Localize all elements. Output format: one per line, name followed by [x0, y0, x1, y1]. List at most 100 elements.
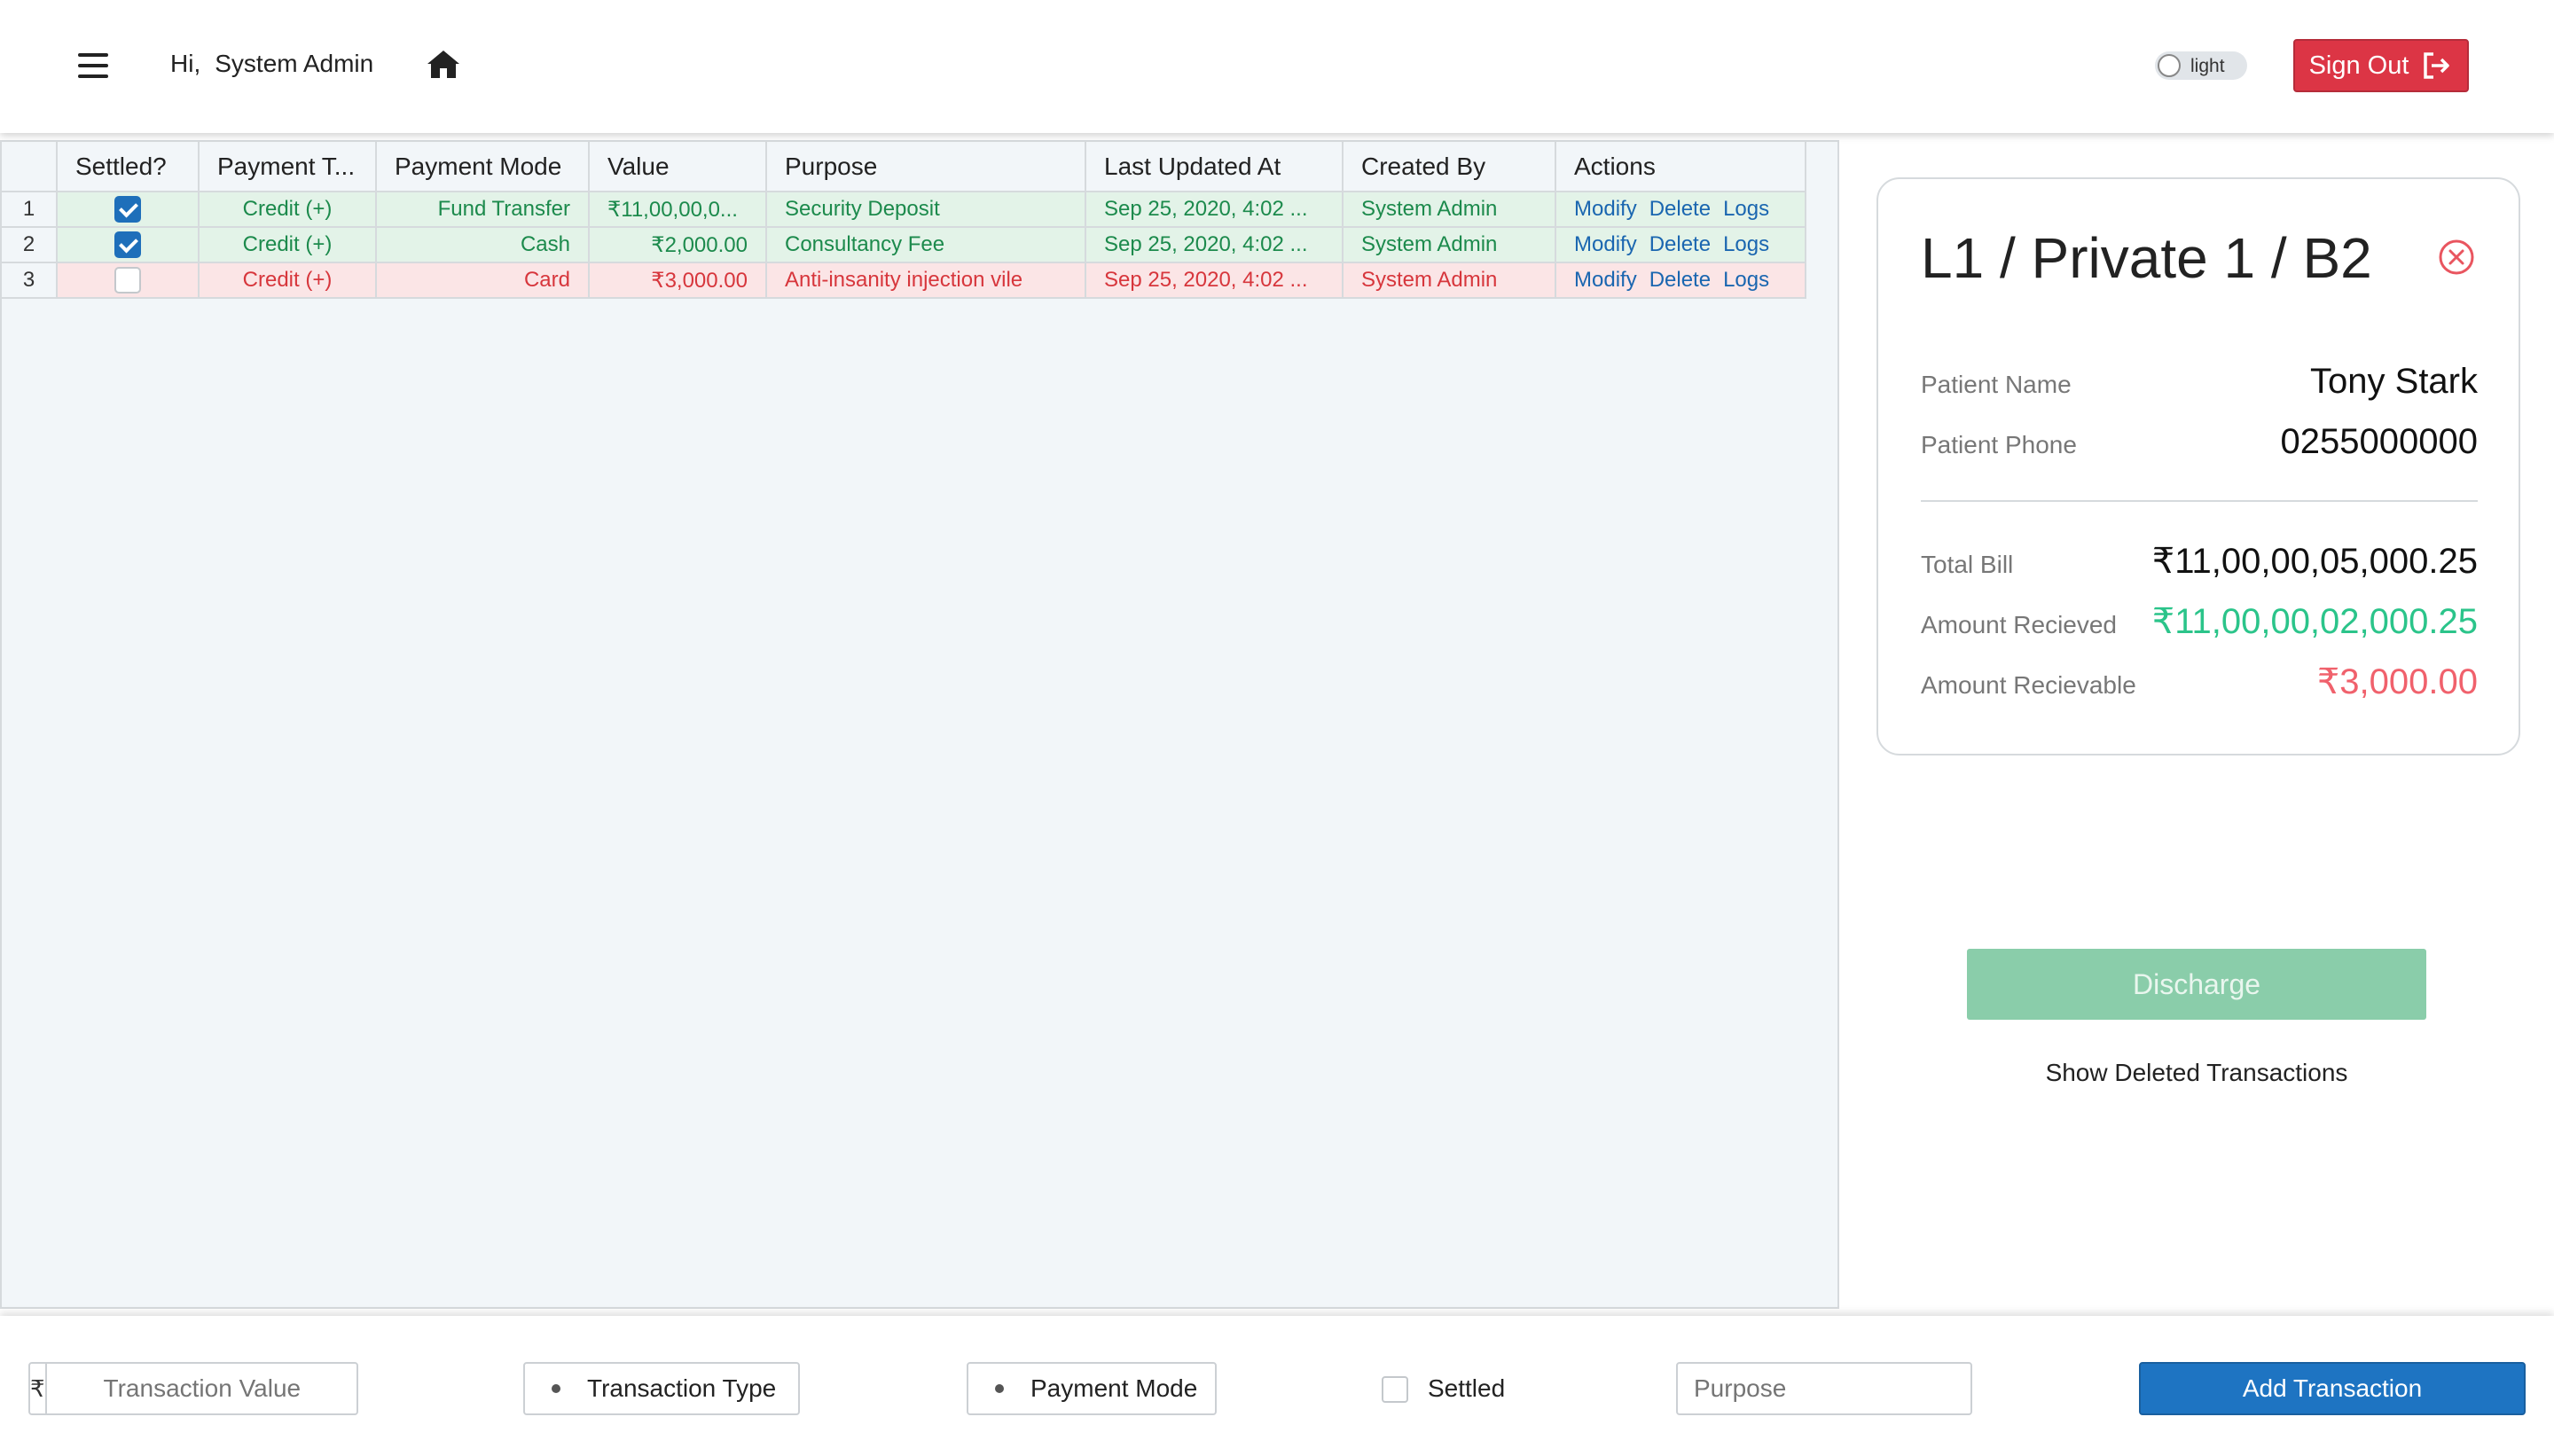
patient-info-card: L1 / Private 1 / B2 Patient Name Tony St…: [1876, 177, 2520, 755]
column-header-last-updated[interactable]: Last Updated At: [1085, 142, 1344, 192]
transactions-table: Settled? Payment T... Payment Mode Value…: [2, 142, 1806, 299]
patient-name-row: Patient Name Tony Stark: [1921, 362, 2478, 402]
discharge-button[interactable]: Discharge: [1967, 949, 2426, 1020]
total-bill-row: Total Bill ₹11,00,00,05,000.25: [1921, 541, 2478, 582]
actions-cell: Modify Delete Logs: [1555, 262, 1806, 299]
settled-checkbox[interactable]: [114, 231, 141, 258]
payment-type-cell: Credit (+): [199, 227, 377, 263]
purpose-cell: Anti-insanity injection vile: [766, 262, 1086, 299]
logs-link[interactable]: Logs: [1723, 268, 1769, 292]
amount-receivable-row: Amount Recievable ₹3,000.00: [1921, 661, 2478, 702]
transaction-type-label: Transaction Type: [587, 1374, 777, 1402]
patient-phone-value: 0255000000: [2280, 422, 2478, 461]
transaction-value-input[interactable]: [46, 1364, 424, 1413]
purpose-input[interactable]: [1676, 1362, 1972, 1415]
delete-link[interactable]: Delete: [1649, 232, 1711, 256]
modify-link[interactable]: Modify: [1574, 268, 1637, 292]
amount-received-value: ₹11,00,00,02,000.25: [2151, 602, 2478, 641]
purpose-cell: Security Deposit: [766, 192, 1086, 228]
currency-prefix: ₹: [30, 1364, 47, 1413]
column-header-settled[interactable]: Settled?: [57, 142, 200, 192]
table-header-row: Settled? Payment T... Payment Mode Value…: [2, 142, 1806, 192]
card-divider: [1921, 500, 2478, 502]
sign-out-label: Sign Out: [2308, 51, 2409, 80]
show-deleted-transactions-link[interactable]: Show Deleted Transactions: [1967, 1059, 2426, 1087]
actions-cell: Modify Delete Logs: [1555, 227, 1806, 263]
patient-phone-row: Patient Phone 0255000000: [1921, 422, 2478, 462]
amount-received-label: Amount Recieved: [1921, 611, 2118, 638]
column-header-value[interactable]: Value: [589, 142, 767, 192]
bed-location-title: L1 / Private 1 / B2: [1921, 226, 2372, 290]
hamburger-icon[interactable]: [78, 53, 108, 78]
amount-received-row: Amount Recieved ₹11,00,00,02,000.25: [1921, 601, 2478, 642]
amount-receivable-value: ₹3,000.00: [2316, 662, 2478, 701]
patient-name-value: Tony Stark: [2310, 362, 2478, 401]
settled-cell: [57, 192, 200, 228]
total-bill-value: ₹11,00,00,05,000.25: [2151, 542, 2478, 581]
add-transaction-button[interactable]: Add Transaction: [2139, 1362, 2526, 1415]
settled-cell: [57, 227, 200, 263]
logs-link[interactable]: Logs: [1723, 197, 1769, 221]
actions-cell: Modify Delete Logs: [1555, 192, 1806, 228]
transactions-grid: Settled? Payment T... Payment Mode Value…: [0, 140, 1839, 1309]
transaction-value-group: ₹: [28, 1362, 424, 1415]
greeting: Hi, System Admin: [170, 50, 373, 78]
user-name: System Admin: [215, 50, 374, 77]
payment-type-cell: Credit (+): [199, 192, 377, 228]
total-bill-label: Total Bill: [1921, 551, 2014, 578]
column-header-payment-type[interactable]: Payment T...: [199, 142, 377, 192]
toggle-knob: [2158, 54, 2181, 77]
radio-dot-icon: [995, 1384, 1004, 1393]
theme-toggle[interactable]: light: [2155, 51, 2247, 80]
settled-label: Settled: [1428, 1374, 1506, 1402]
created-by-cell: System Admin: [1343, 262, 1556, 299]
last-updated-cell: Sep 25, 2020, 4:02 ...: [1085, 227, 1344, 263]
modify-link[interactable]: Modify: [1574, 232, 1637, 256]
home-icon[interactable]: [426, 48, 461, 80]
row-number-header: [2, 142, 58, 192]
payment-mode-cell: Cash: [376, 227, 590, 263]
table-row: 2 Credit (+) Cash ₹2,000.00 Consultancy …: [2, 227, 1806, 263]
top-header: Hi, System Admin light Sign Out: [0, 0, 2554, 133]
settled-checkbox-input[interactable]: [1382, 1376, 1408, 1403]
last-updated-cell: Sep 25, 2020, 4:02 ...: [1085, 192, 1344, 228]
settled-checkbox[interactable]: [114, 196, 141, 223]
payment-type-cell: Credit (+): [199, 262, 377, 299]
table-row: 3 Credit (+) Card ₹3,000.00 Anti-insanit…: [2, 262, 1806, 299]
radio-dot-icon: [552, 1384, 560, 1393]
amount-receivable-label: Amount Recievable: [1921, 671, 2136, 699]
created-by-cell: System Admin: [1343, 192, 1556, 228]
column-header-payment-mode[interactable]: Payment Mode: [376, 142, 590, 192]
delete-link[interactable]: Delete: [1649, 268, 1711, 292]
close-circle-icon[interactable]: [2437, 238, 2476, 277]
patient-name-label: Patient Name: [1921, 371, 2072, 398]
purpose-cell: Consultancy Fee: [766, 227, 1086, 263]
settled-cell: [57, 262, 200, 299]
sign-out-icon: [2424, 52, 2450, 79]
theme-toggle-label: light: [2190, 56, 2225, 76]
value-cell: ₹2,000.00: [589, 227, 767, 263]
value-cell: ₹3,000.00: [589, 262, 767, 299]
logs-link[interactable]: Logs: [1723, 232, 1769, 256]
payment-mode-selector[interactable]: Payment Mode: [967, 1362, 1217, 1415]
payment-mode-label: Payment Mode: [1030, 1374, 1198, 1402]
value-cell: ₹11,00,00,0...: [589, 192, 767, 228]
sign-out-button[interactable]: Sign Out: [2293, 39, 2469, 92]
column-header-actions[interactable]: Actions: [1555, 142, 1806, 192]
payment-mode-cell: Card: [376, 262, 590, 299]
greeting-text: Hi,: [170, 50, 201, 77]
row-number: 1: [2, 192, 58, 228]
transaction-type-selector[interactable]: Transaction Type: [523, 1362, 800, 1415]
settled-checkbox[interactable]: [114, 267, 141, 294]
row-number: 2: [2, 227, 58, 263]
modify-link[interactable]: Modify: [1574, 197, 1637, 221]
row-number: 3: [2, 262, 58, 299]
column-header-purpose[interactable]: Purpose: [766, 142, 1086, 192]
payment-mode-cell: Fund Transfer: [376, 192, 590, 228]
column-header-created-by[interactable]: Created By: [1343, 142, 1556, 192]
created-by-cell: System Admin: [1343, 227, 1556, 263]
delete-link[interactable]: Delete: [1649, 197, 1711, 221]
last-updated-cell: Sep 25, 2020, 4:02 ...: [1085, 262, 1344, 299]
table-row: 1 Credit (+) Fund Transfer ₹11,00,00,0..…: [2, 192, 1806, 228]
add-transaction-bar: ₹ Transaction Type Payment Mode Settled …: [0, 1316, 2554, 1456]
